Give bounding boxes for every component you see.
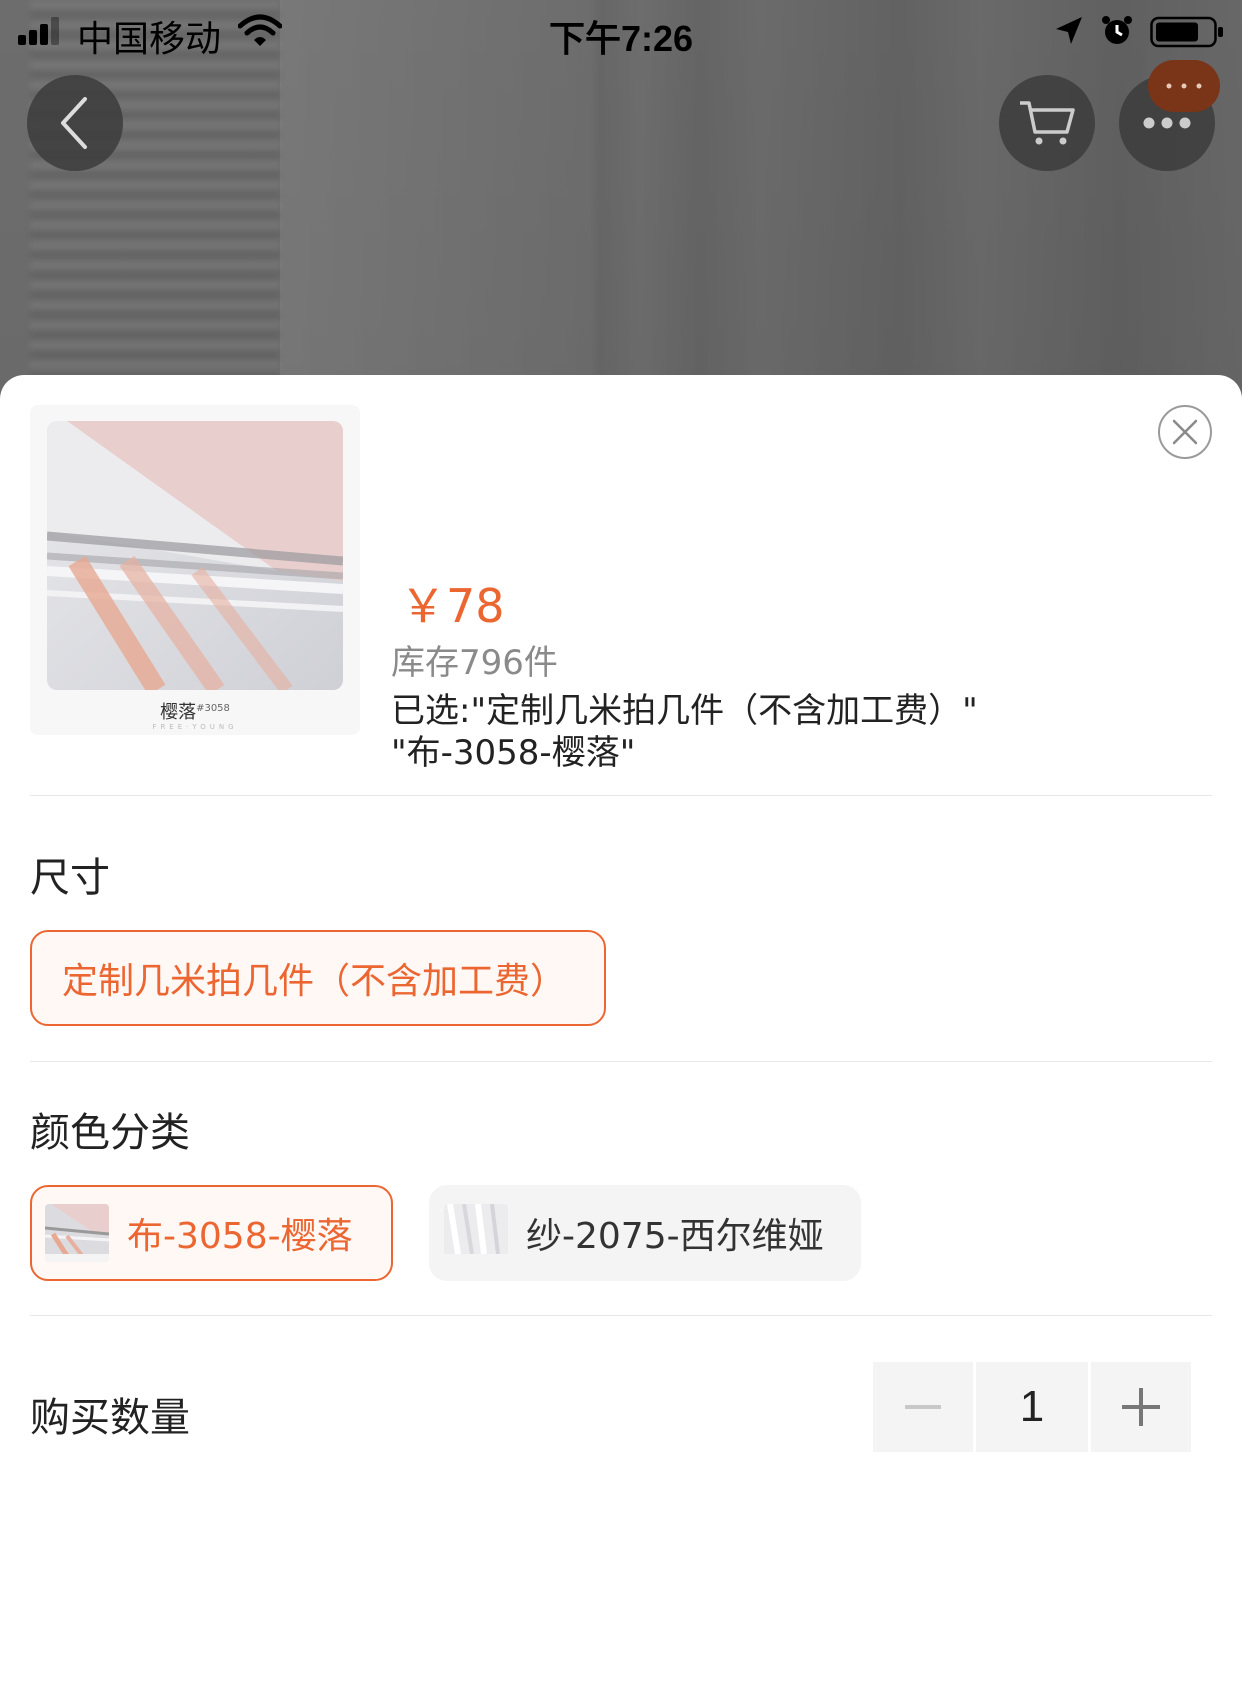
close-icon: [1172, 419, 1198, 445]
battery-icon: [1150, 16, 1223, 48]
status-bar: 中国移动 下午7:26: [0, 0, 1242, 62]
color-option-label: 布-3058-樱落: [127, 1216, 353, 1257]
quantity-input[interactable]: 1: [976, 1362, 1088, 1452]
selected-summary: 已选:"定制几米拍几件（不含加工费）" "布-3058-樱落": [391, 690, 1171, 774]
chevron-left-icon: [61, 97, 87, 149]
stock-count: 库存796件: [391, 643, 558, 683]
color-section-title: 颜色分类: [30, 1110, 190, 1156]
color-option-2075[interactable]: 纱-2075-西尔维娅: [429, 1185, 861, 1281]
message-badge[interactable]: [1148, 60, 1220, 112]
quantity-increment-button[interactable]: [1091, 1362, 1191, 1452]
sku-selector-sheet: 樱落#3058 FREE·YOUNG ￥78 库存796件 已选:"定制几米拍几…: [0, 375, 1242, 1701]
cart-icon: [1020, 101, 1075, 145]
selected-summary-line2: "布-3058-樱落": [391, 733, 636, 773]
thumbnail-brand: FREE·YOUNG: [152, 723, 238, 731]
plus-icon: [1122, 1388, 1160, 1426]
back-button[interactable]: [27, 75, 123, 171]
divider: [30, 1061, 1212, 1062]
product-thumbnail[interactable]: 樱落#3058 FREE·YOUNG: [30, 405, 360, 735]
location-icon: [1056, 17, 1082, 44]
thumbnail-caption-name: 樱落: [160, 702, 197, 723]
color-option-label: 纱-2075-西尔维娅: [526, 1216, 824, 1257]
size-option-label: 定制几米拍几件（不含加工费）: [62, 961, 567, 1002]
alarm-icon: [1102, 16, 1132, 44]
quantity-section-title: 购买数量: [30, 1395, 190, 1441]
selected-summary-line1: 已选:"定制几米拍几件（不含加工费）": [391, 691, 978, 731]
minus-icon: [905, 1405, 941, 1409]
size-section-title: 尺寸: [30, 855, 110, 901]
divider: [30, 795, 1212, 796]
fabric-image: [47, 421, 343, 690]
cart-button[interactable]: [999, 75, 1095, 171]
quantity-stepper: 1: [873, 1362, 1191, 1452]
thumbnail-caption-code: #3058: [196, 703, 230, 714]
size-option-custom[interactable]: 定制几米拍几件（不含加工费）: [30, 930, 606, 1026]
color-option-thumbnail: [45, 1204, 109, 1262]
color-option-thumbnail: [444, 1204, 508, 1262]
quantity-decrement-button[interactable]: [873, 1362, 973, 1452]
thumbnail-caption: 樱落#3058: [30, 698, 360, 724]
message-dots-icon: [1166, 83, 1202, 89]
more-dots-icon: [1143, 117, 1191, 129]
divider: [30, 1315, 1212, 1316]
product-price: ￥78: [400, 579, 505, 633]
product-page-backdrop[interactable]: [0, 0, 1242, 420]
close-button[interactable]: [1158, 405, 1212, 459]
color-option-3058[interactable]: 布-3058-樱落: [30, 1185, 393, 1281]
